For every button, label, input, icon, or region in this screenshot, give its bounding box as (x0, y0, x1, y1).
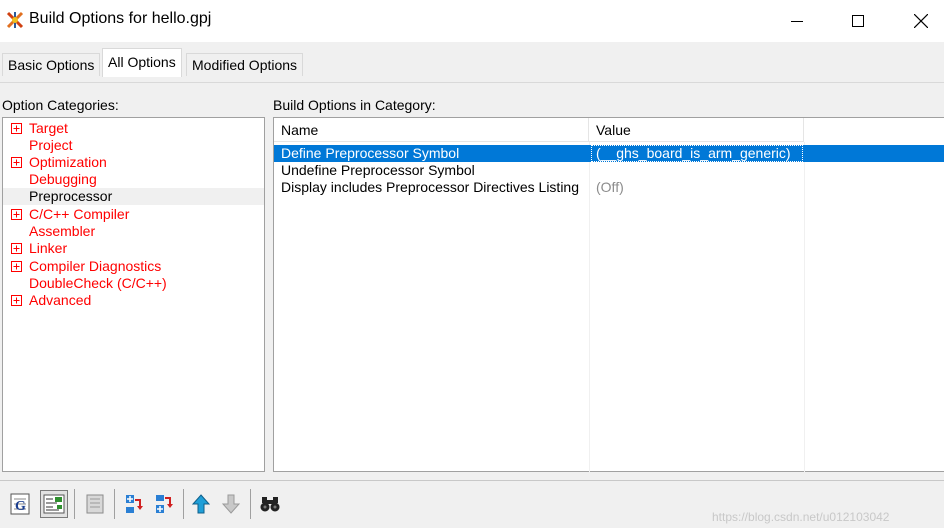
notes-button[interactable] (81, 490, 109, 518)
option-row-define-preprocessor-symbol[interactable]: Define Preprocessor Symbol (__ghs_board_… (274, 145, 944, 162)
show-description-button[interactable] (40, 490, 68, 518)
expand-plus-icon[interactable] (11, 157, 22, 168)
category-doublecheck[interactable]: DoubleCheck (C/C++) (3, 275, 264, 292)
add-after-button[interactable] (150, 490, 178, 518)
watermark-text: https://blog.csdn.net/u012103042 (712, 510, 890, 524)
category-label: Advanced (29, 292, 92, 308)
dialog-body: Basic Options All Options Modified Optio… (0, 42, 944, 480)
multi-app-icon (6, 11, 24, 29)
move-up-icon (191, 494, 211, 514)
close-icon (914, 14, 928, 28)
category-assembler[interactable]: Assembler (3, 223, 264, 240)
column-header-value[interactable]: Value (589, 118, 804, 142)
toolbar-separator (183, 489, 184, 519)
move-down-icon (221, 494, 241, 514)
build-options-label: Build Options in Category: (273, 97, 436, 113)
show-description-icon (43, 494, 65, 514)
category-target[interactable]: Target (3, 120, 264, 137)
category-label: Target (29, 120, 68, 136)
category-advanced[interactable]: Advanced (3, 292, 264, 309)
tab-modified-options[interactable]: Modified Options (186, 53, 304, 76)
set-option-icon: G (10, 493, 30, 515)
expand-plus-icon[interactable] (11, 295, 22, 306)
category-c-cpp-compiler[interactable]: C/C++ Compiler (3, 206, 264, 223)
category-label: Assembler (29, 223, 96, 239)
maximize-button[interactable] (835, 0, 881, 42)
tab-divider (0, 82, 944, 83)
option-categories-label: Option Categories: (2, 97, 119, 113)
option-value: (__ghs_board_is_arm_generic) (596, 145, 791, 161)
option-value: (Off) (596, 179, 624, 195)
notes-icon (86, 494, 104, 514)
add-before-icon (126, 495, 143, 513)
maximize-icon (852, 15, 864, 27)
category-label: C/C++ Compiler (29, 206, 130, 222)
category-label: Preprocessor (29, 188, 113, 204)
category-debugging[interactable]: Debugging (3, 171, 264, 188)
tab-all-options[interactable]: All Options (102, 48, 182, 77)
option-row-display-includes[interactable]: Display includes Preprocessor Directives… (274, 179, 944, 196)
category-compiler-diagnostics[interactable]: Compiler Diagnostics (3, 258, 264, 275)
category-tree[interactable]: Target Project Optimization Debugging Pr… (2, 117, 265, 472)
expand-plus-icon[interactable] (11, 209, 22, 220)
category-label: DoubleCheck (C/C++) (29, 275, 167, 291)
binoculars-search-icon (260, 497, 280, 512)
move-down-button[interactable] (217, 490, 245, 518)
category-optimization[interactable]: Optimization (3, 154, 264, 171)
window-title: Build Options for hello.gpj (29, 10, 212, 27)
expand-plus-icon[interactable] (11, 243, 22, 254)
option-name: Display includes Preprocessor Directives… (281, 179, 580, 195)
title-bar: Build Options for hello.gpj (0, 0, 944, 42)
expand-plus-icon[interactable] (11, 123, 22, 134)
option-row-undefine-preprocessor-symbol[interactable]: Undefine Preprocessor Symbol (274, 162, 944, 179)
tab-basic-options[interactable]: Basic Options (2, 53, 101, 76)
add-after-icon (156, 495, 173, 513)
set-option-button[interactable]: G (6, 490, 34, 518)
svg-text:G: G (15, 499, 26, 514)
category-label: Project (29, 137, 73, 153)
toolbar-separator (74, 489, 75, 519)
expand-plus-icon[interactable] (11, 261, 22, 272)
search-button[interactable] (256, 490, 284, 518)
category-project[interactable]: Project (3, 137, 264, 154)
tab-strip: Basic Options All Options Modified Optio… (0, 48, 944, 83)
close-button[interactable] (898, 0, 944, 42)
option-name: Define Preprocessor Symbol (281, 145, 460, 161)
minimize-button[interactable] (774, 0, 820, 42)
add-before-button[interactable] (120, 490, 148, 518)
options-list[interactable]: Name Value Define Preprocessor Symbol (_… (273, 117, 944, 472)
column-header-name[interactable]: Name (274, 118, 589, 142)
category-linker[interactable]: Linker (3, 240, 264, 257)
category-label: Compiler Diagnostics (29, 258, 162, 274)
toolbar-separator (250, 489, 251, 519)
move-up-button[interactable] (187, 490, 215, 518)
toolbar-separator (114, 489, 115, 519)
option-name: Undefine Preprocessor Symbol (281, 162, 475, 178)
category-preprocessor[interactable]: Preprocessor (3, 188, 264, 205)
category-label: Optimization (29, 154, 107, 170)
minimize-icon (791, 21, 803, 22)
category-label: Linker (29, 240, 68, 256)
category-label: Debugging (29, 171, 97, 187)
